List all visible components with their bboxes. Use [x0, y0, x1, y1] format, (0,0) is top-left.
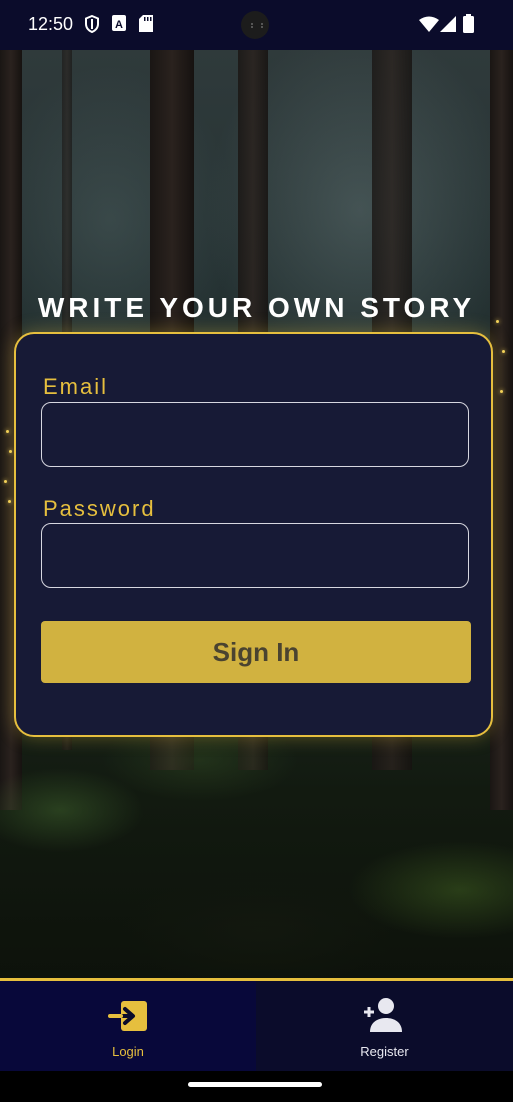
- shield-icon: [84, 14, 100, 38]
- password-field[interactable]: [41, 523, 469, 588]
- password-label: Password: [43, 496, 156, 521]
- nav-label-login: Login: [112, 1044, 144, 1059]
- email-field[interactable]: [41, 402, 469, 467]
- svg-text:A: A: [115, 19, 123, 31]
- tree-trunk: [490, 50, 513, 810]
- add-person-icon: [362, 996, 402, 1032]
- firefly: [500, 390, 503, 393]
- login-card: Email Password Sign In: [14, 332, 493, 737]
- a-box-icon: A: [112, 15, 126, 36]
- signal-icon: [440, 16, 456, 37]
- firefly: [8, 500, 11, 503]
- login-screen: 12:50 A WRITE YOUR OWN STORY Email Passw…: [0, 0, 513, 1102]
- page-title: WRITE YOUR OWN STORY: [37, 292, 476, 323]
- sign-in-button[interactable]: Sign In: [41, 621, 471, 683]
- login-icon: [108, 998, 148, 1034]
- firefly: [9, 450, 12, 453]
- firefly: [502, 350, 505, 353]
- nav-label-register: Register: [360, 1044, 409, 1059]
- firefly: [4, 480, 7, 483]
- camera-cutout: [241, 11, 269, 39]
- home-indicator[interactable]: [188, 1082, 322, 1087]
- wifi-icon: [419, 16, 439, 37]
- sd-card-icon: [139, 15, 153, 37]
- status-time: 12:50: [28, 14, 74, 34]
- email-label: Email: [43, 374, 109, 399]
- status-bar: 12:50 A: [0, 0, 513, 50]
- fern-undergrowth: [0, 730, 513, 980]
- bottom-navigation: Login Register: [0, 981, 513, 1071]
- nav-item-register[interactable]: Register: [256, 981, 513, 1071]
- battery-icon: [463, 14, 474, 38]
- nav-item-login[interactable]: Login: [0, 981, 256, 1071]
- firefly: [6, 430, 9, 433]
